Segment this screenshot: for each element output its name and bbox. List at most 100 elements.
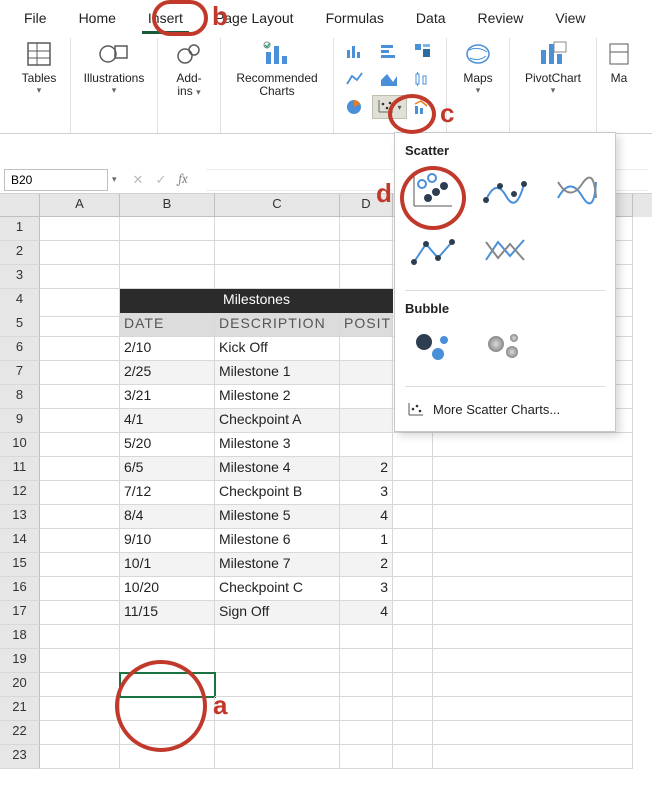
illustrations-button[interactable]: Illustrations ▾ bbox=[79, 40, 149, 96]
cell[interactable] bbox=[120, 217, 215, 241]
cell[interactable]: 7/12 bbox=[120, 481, 215, 505]
cell[interactable] bbox=[40, 337, 120, 361]
cell[interactable] bbox=[433, 505, 633, 529]
row-header[interactable]: 17 bbox=[0, 601, 40, 625]
name-box[interactable] bbox=[4, 169, 108, 191]
cell[interactable] bbox=[40, 481, 120, 505]
cancel-icon[interactable]: ✕ bbox=[133, 172, 144, 188]
scatter-smooth-option[interactable] bbox=[549, 166, 603, 214]
cell[interactable] bbox=[40, 433, 120, 457]
cell[interactable] bbox=[340, 217, 393, 241]
cell[interactable]: 8/4 bbox=[120, 505, 215, 529]
cell[interactable] bbox=[40, 313, 120, 337]
cell[interactable] bbox=[433, 553, 633, 577]
scatter-lines-option[interactable] bbox=[477, 228, 531, 276]
row-header[interactable]: 13 bbox=[0, 505, 40, 529]
cell[interactable] bbox=[215, 673, 340, 697]
cell[interactable] bbox=[215, 625, 340, 649]
cell[interactable] bbox=[433, 625, 633, 649]
cell[interactable]: 10/1 bbox=[120, 553, 215, 577]
col-header[interactable]: A bbox=[40, 194, 120, 217]
cell[interactable] bbox=[40, 241, 120, 265]
cell[interactable] bbox=[340, 337, 393, 361]
tab-insert[interactable]: Insert bbox=[132, 4, 199, 34]
cell[interactable]: 11/15 bbox=[120, 601, 215, 625]
cell[interactable] bbox=[40, 385, 120, 409]
cell[interactable] bbox=[215, 217, 340, 241]
cell[interactable] bbox=[393, 673, 433, 697]
cell[interactable] bbox=[215, 649, 340, 673]
tables-button[interactable]: Tables ▾ bbox=[16, 40, 62, 96]
cell[interactable] bbox=[120, 625, 215, 649]
cell[interactable] bbox=[433, 673, 633, 697]
cell[interactable]: Kick Off bbox=[215, 337, 340, 361]
cell[interactable] bbox=[40, 673, 120, 697]
tab-review[interactable]: Review bbox=[462, 4, 540, 34]
cell[interactable] bbox=[340, 265, 393, 289]
cell[interactable]: 5/20 bbox=[120, 433, 215, 457]
statistic-chart-button[interactable] bbox=[410, 68, 436, 90]
cell[interactable] bbox=[40, 697, 120, 721]
cell[interactable]: 2 bbox=[340, 457, 393, 481]
cell[interactable] bbox=[120, 649, 215, 673]
cell[interactable] bbox=[215, 241, 340, 265]
cell[interactable] bbox=[433, 649, 633, 673]
cell[interactable]: 6/5 bbox=[120, 457, 215, 481]
row-header[interactable]: 6 bbox=[0, 337, 40, 361]
column-chart-button[interactable] bbox=[342, 40, 368, 62]
cell[interactable] bbox=[433, 433, 633, 457]
cell[interactable]: 4/1 bbox=[120, 409, 215, 433]
cell[interactable] bbox=[40, 217, 120, 241]
cell[interactable] bbox=[433, 721, 633, 745]
cell[interactable] bbox=[433, 577, 633, 601]
row-header[interactable]: 3 bbox=[0, 265, 40, 289]
cell[interactable] bbox=[40, 577, 120, 601]
cell[interactable]: 9/10 bbox=[120, 529, 215, 553]
cell[interactable]: Checkpoint A bbox=[215, 409, 340, 433]
cell[interactable] bbox=[215, 745, 340, 769]
cell[interactable]: Milestone 4 bbox=[215, 457, 340, 481]
cell[interactable]: Milestone 7 bbox=[215, 553, 340, 577]
cell[interactable] bbox=[215, 721, 340, 745]
cell[interactable] bbox=[433, 697, 633, 721]
cell[interactable] bbox=[40, 529, 120, 553]
cut-off-group[interactable]: Ma bbox=[605, 40, 633, 85]
addins-button[interactable]: Add- ins ▾ bbox=[166, 40, 212, 98]
bubble-option[interactable] bbox=[405, 324, 459, 372]
cell[interactable] bbox=[215, 265, 340, 289]
row-header[interactable]: 1 bbox=[0, 217, 40, 241]
cell[interactable] bbox=[40, 265, 120, 289]
fx-icon[interactable]: fx bbox=[178, 172, 188, 188]
line-chart-button[interactable] bbox=[342, 68, 368, 90]
cell[interactable] bbox=[40, 625, 120, 649]
row-header[interactable]: 12 bbox=[0, 481, 40, 505]
row-header[interactable]: 2 bbox=[0, 241, 40, 265]
row-header[interactable]: 11 bbox=[0, 457, 40, 481]
row-header[interactable]: 15 bbox=[0, 553, 40, 577]
cell[interactable] bbox=[340, 649, 393, 673]
cell[interactable] bbox=[393, 553, 433, 577]
cell[interactable] bbox=[340, 745, 393, 769]
cell[interactable] bbox=[340, 241, 393, 265]
cell[interactable] bbox=[393, 697, 433, 721]
cell[interactable]: DATE bbox=[120, 313, 215, 337]
row-header[interactable]: 18 bbox=[0, 625, 40, 649]
row-header[interactable]: 14 bbox=[0, 529, 40, 553]
maps-button[interactable]: Maps ▾ bbox=[455, 40, 501, 96]
cell[interactable]: 2 bbox=[340, 553, 393, 577]
cell[interactable] bbox=[340, 721, 393, 745]
row-header[interactable]: 5 bbox=[0, 313, 40, 337]
cell[interactable] bbox=[393, 433, 433, 457]
cell[interactable] bbox=[393, 625, 433, 649]
cell[interactable]: 4 bbox=[340, 505, 393, 529]
cell[interactable]: 2/10 bbox=[120, 337, 215, 361]
cell[interactable]: 10/20 bbox=[120, 577, 215, 601]
cell[interactable]: Sign Off bbox=[215, 601, 340, 625]
cell[interactable] bbox=[120, 721, 215, 745]
cell[interactable] bbox=[120, 673, 215, 697]
pivotchart-button[interactable]: PivotChart ▾ bbox=[518, 40, 588, 96]
bubble-3d-option[interactable] bbox=[477, 324, 531, 372]
cell[interactable] bbox=[433, 745, 633, 769]
area-chart-button[interactable] bbox=[376, 68, 402, 90]
row-header[interactable]: 8 bbox=[0, 385, 40, 409]
